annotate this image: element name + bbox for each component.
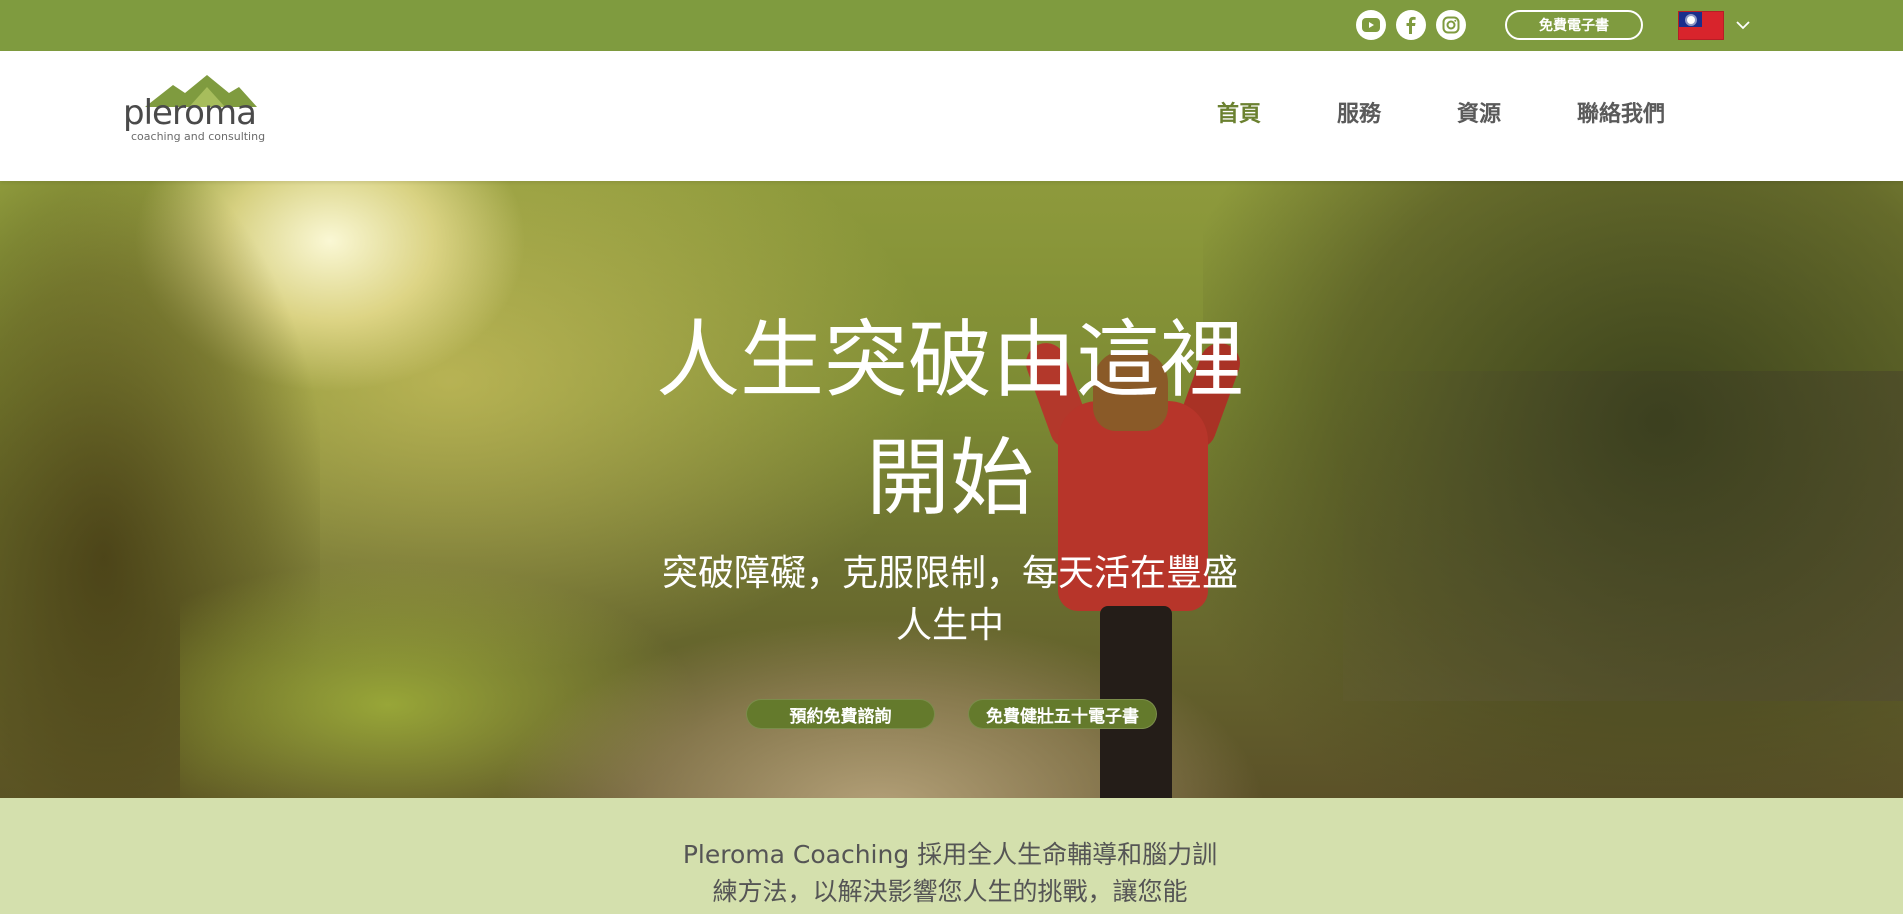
youtube-icon[interactable]: [1356, 10, 1386, 40]
nav-item-resources[interactable]: 資源: [1457, 96, 1501, 128]
logo-tagline: coaching and consulting: [131, 130, 266, 143]
hero-title: 人生突破由這裡開始: [655, 311, 1244, 527]
nav-item-home[interactable]: 首頁: [1217, 96, 1261, 128]
hero-section: 人生突破由這裡開始 突破障礙，克服限制，每天活在豐盛人生中 預約免費諮詢 免費健…: [0, 181, 1903, 798]
logo-wordmark: pleroma: [123, 93, 257, 133]
book-free-consultation-button[interactable]: 預約免費諮詢: [746, 699, 935, 729]
free-ebook-cta-button[interactable]: 免費健壯五十電子書: [968, 699, 1157, 729]
taiwan-flag-icon: [1678, 11, 1724, 40]
social-links: [1356, 10, 1466, 40]
main-nav: 首頁 服務 資源 聯絡我們: [1217, 96, 1665, 128]
intro-section: Pleroma Coaching 採用全人生命輔導和腦力訓練方法，以解決影響您人…: [0, 798, 1903, 914]
site-header: pleroma coaching and consulting 首頁 服務 資源…: [0, 51, 1903, 181]
facebook-icon[interactable]: [1396, 10, 1426, 40]
nav-item-contact[interactable]: 聯絡我們: [1577, 96, 1665, 128]
pleroma-logo[interactable]: pleroma coaching and consulting: [123, 73, 268, 143]
nav-item-services[interactable]: 服務: [1337, 96, 1381, 128]
top-bar: 免費電子書: [0, 0, 1903, 51]
language-selector[interactable]: [1678, 11, 1750, 40]
hero-subtitle: 突破障礙，克服限制，每天活在豐盛人生中: [661, 553, 1238, 646]
chevron-down-icon: [1736, 21, 1750, 30]
intro-text: Pleroma Coaching 採用全人生命輔導和腦力訓練方法，以解決影響您人…: [682, 840, 1218, 906]
free-ebook-button[interactable]: 免費電子書: [1505, 10, 1643, 40]
instagram-icon[interactable]: [1436, 10, 1466, 40]
